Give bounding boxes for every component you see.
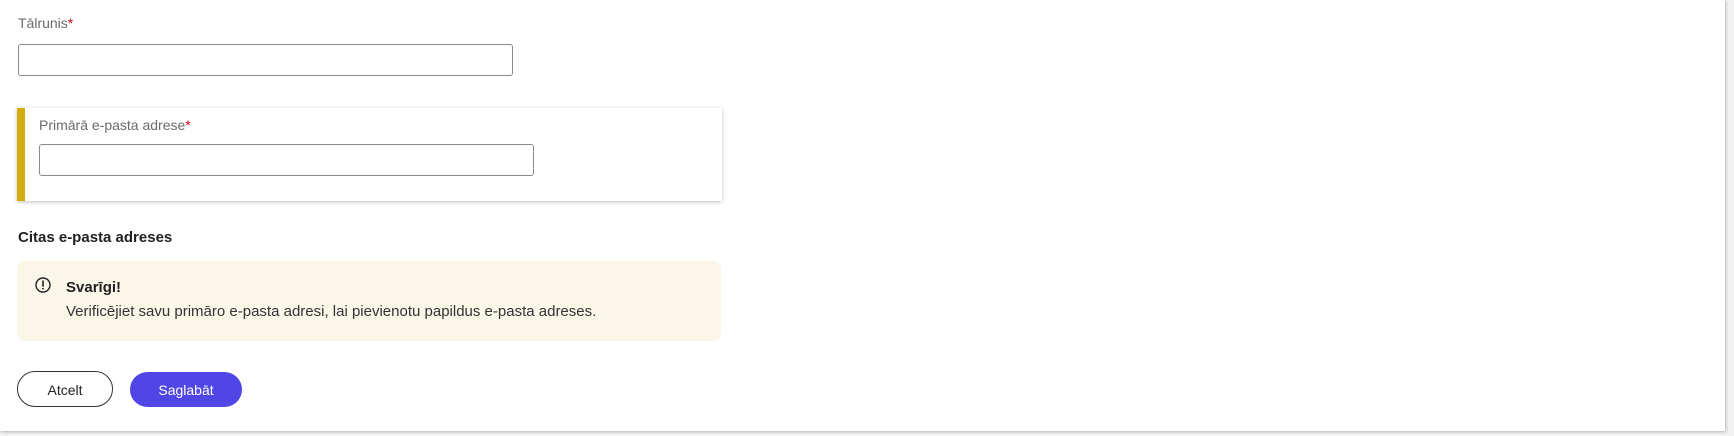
primary-email-input[interactable] — [39, 144, 534, 176]
alert-circle-icon — [35, 277, 51, 293]
phone-label-text: Tālrunis — [18, 15, 68, 31]
primary-email-label: Primārā e-pasta adrese* — [39, 117, 191, 133]
phone-input[interactable] — [18, 44, 513, 76]
primary-email-label-text: Primārā e-pasta adrese — [39, 117, 186, 133]
primary-email-card: Primārā e-pasta adrese* — [17, 108, 722, 201]
highlight-bar — [17, 108, 25, 201]
save-button[interactable]: Saglabāt — [130, 372, 242, 407]
required-marker: * — [67, 15, 74, 31]
cancel-button[interactable]: Atcelt — [17, 371, 113, 407]
other-emails-title: Citas e-pasta adreses — [18, 229, 173, 246]
required-marker: * — [185, 117, 191, 133]
important-notice: Svarīgi! Verificējiet savu primāro e-pas… — [17, 261, 721, 341]
form-panel: Tālrunis* Primārā e-pasta adrese* Citas … — [0, 0, 1725, 431]
notice-title: Svarīgi! — [66, 279, 122, 296]
phone-label: Tālrunis* — [18, 15, 73, 31]
notice-text: Verificējiet savu primāro e-pasta adresi… — [66, 303, 597, 320]
